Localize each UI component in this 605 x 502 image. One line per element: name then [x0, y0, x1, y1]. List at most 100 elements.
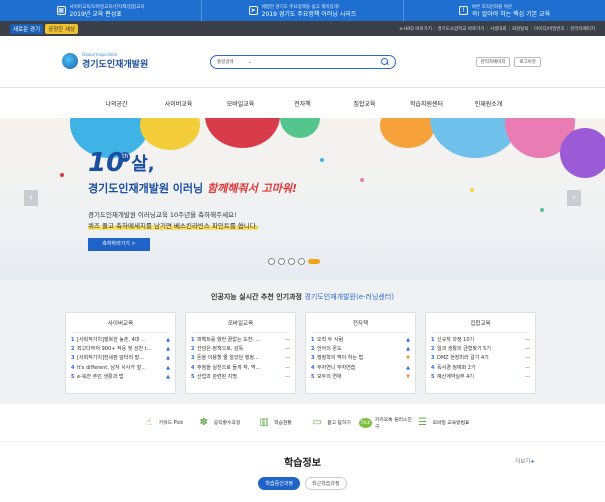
slider-next-button[interactable]: › [567, 190, 581, 206]
nav-mobile-education[interactable]: 모바일교육 [210, 99, 272, 108]
confetti-decoration [320, 158, 324, 162]
promo-policy-series[interactable]: ➤ 체험한 경기도 주요정책을 쉽고 재미있게! 2019 경기도 주요정책 이… [202, 0, 404, 21]
link-fire-school[interactable]: 경기도소방학교 바로가기 [434, 26, 484, 32]
list-item[interactable]: 5 예산계약실무 4기 — [431, 373, 530, 382]
trend-up-icon: ▲ [166, 373, 170, 380]
trend-down-icon: ▼ [406, 373, 410, 380]
course-title: 선넘은 정책으로, 감독 [197, 346, 244, 353]
list-item[interactable]: 5 e-북한 주민 생활과 법 ▲ [71, 373, 170, 382]
link-admin[interactable]: 관리자페이지 [567, 26, 595, 32]
trend-same-icon: — [285, 346, 290, 353]
trend-same-icon: — [525, 346, 530, 353]
slider-dot[interactable] [298, 258, 305, 265]
quick-public-course[interactable]: ✽ 공직황수과정 [191, 416, 247, 430]
search-icon[interactable] [381, 58, 389, 66]
list-item[interactable]: 5 산업과 관련된 지명 — [191, 373, 290, 382]
search-bar[interactable]: 통합검색 ⌄ [210, 55, 396, 69]
nav-my-space[interactable]: 나의공간 [86, 99, 148, 108]
list-item[interactable]: 1 오직 두 사람 ▲ [311, 336, 410, 345]
course-title: 최고다부처 900+ 적응 첫 성찬 t... [77, 346, 152, 353]
quick-mobile-guide[interactable]: ☰ 모바일 교육방법표 [415, 416, 471, 430]
course-title: [사회적가치]행복한 농촌, 4대 ... [77, 337, 146, 343]
balloon-decoration [205, 118, 280, 148]
list-item[interactable]: 4 독서경 정예화 2기 — [431, 364, 530, 373]
admin-button[interactable]: 관리자페이지 [475, 57, 511, 67]
slider-prev-button[interactable]: ‹ [24, 190, 38, 206]
nav-about[interactable]: 인재원소개 [458, 99, 520, 108]
list-item[interactable]: 2 선넘은 정책으로, 감독 — [191, 345, 290, 354]
popular-card: 모바일교육 1 퍼펙트를 향한 끝없는 도전, ... —2 선넘은 정책으로, 감독 —… [185, 312, 296, 394]
tab-current-courses[interactable]: 학습중인과정 [258, 477, 300, 490]
link-withdraw[interactable]: 회원탈퇴 [509, 26, 529, 32]
search-scope-select[interactable]: 통합검색 [217, 59, 234, 65]
slider-dot[interactable] [278, 258, 285, 265]
tab-recent-courses[interactable]: 최근학습과정 [305, 477, 347, 490]
slogan-part2: 공정한 세상 [45, 23, 79, 34]
course-title: 모두의 연애 [317, 373, 342, 380]
list-item[interactable]: 3 DMZ 현장미라 갈기 4기 — [431, 354, 530, 363]
popular-title: 인공지능 실시간 추천 인기과정 [210, 293, 302, 301]
study-tabs: 학습중인과정 최근학습과정 [0, 477, 605, 490]
quick-keyword-pick[interactable]: ☝ 키워드 Pick [135, 416, 191, 430]
list-item[interactable]: 2 최고다부처 900+ 적응 첫 성찬 t... ▲ [71, 345, 170, 354]
quick-learning-status[interactable]: ▥ 학습현황 [247, 416, 303, 430]
course-title: DMZ 현장미라 갈기 4기 [437, 355, 489, 362]
course-title: 오직 두 사람 [317, 337, 344, 343]
balloon-decoration [560, 128, 605, 178]
card-title[interactable]: 집합교육 [431, 319, 530, 333]
card-title[interactable]: 전자책 [311, 319, 410, 333]
course-title: 행정학의 맥이 하는 법 [317, 355, 364, 362]
promo-schedule[interactable]: ▦ 사이버교육/모바일교육/전자책/집합교육 2019년 교육 편성표 [0, 0, 202, 21]
nav-ebook[interactable]: 전자책 [272, 99, 334, 108]
list-item[interactable]: 3 [사회적가치]전세판 달터러 발... ▲ [71, 354, 170, 363]
list-item[interactable]: 1 퍼펙트를 향한 끝없는 도전, ... — [191, 336, 290, 345]
list-item[interactable]: 3 돈을 이용할 줄 알았던 행정... — [191, 354, 290, 363]
quick-kakao-friend[interactable]: TALK 카카오톡 플러스친구 [358, 416, 415, 430]
course-title: 산업과 관련된 지명 [197, 373, 237, 380]
promo-text: 꼭! 알아야 하는 핵심 기본 교육 [471, 10, 551, 18]
list-item[interactable]: 1 신규자 과정 10기 — [431, 336, 530, 345]
slider-dot[interactable] [288, 258, 295, 265]
confetti-decoration [360, 178, 364, 182]
quick-label: 공직황수과정 [213, 421, 241, 426]
promo-subtext: 바른 조직문화를 위한 [471, 4, 513, 10]
hero-banner: 10 th 살, 경기도인재개발원 이러닝 함께해줘서 고마워! 경기도인재개발… [0, 118, 605, 280]
list-item[interactable]: 2 언어의 온도 ▲ [311, 345, 410, 354]
nav-learning-support[interactable]: 학습지원센터 [396, 99, 458, 108]
list-item[interactable]: 4 주정을 실천으로 들게 작, 먹... — [191, 364, 290, 373]
trend-up-icon: ▲ [406, 346, 410, 353]
hand-icon: ☝ [145, 416, 152, 428]
hero-highlight: 퀴즈 풀고 축하메세지를 남기면 베스킨라빈스 파인트를 쏩니다. [88, 220, 258, 230]
list-item[interactable]: 3 행정학의 맥이 하는 법 ▼ [311, 354, 410, 363]
list-item[interactable]: 4 It's different, 남자 사사가 앞... ▲ [71, 364, 170, 373]
trend-same-icon: — [525, 355, 530, 362]
promo-basic-education[interactable]: ! 바른 조직문화를 위한 꼭! 알아야 하는 핵심 기본 교육 [404, 0, 605, 21]
celebrate-button[interactable]: 축하하러가기 > [88, 238, 150, 251]
link-ehrd[interactable]: e-HRD 바로가기 [400, 26, 432, 32]
list-item[interactable]: 5 모두의 연애 ▼ [311, 373, 410, 382]
link-find-id[interactable]: 아이디/비밀번호 [531, 26, 565, 32]
hero-description: 경기도인재개발원 이러닝교육 10주년을 축하해주세요! [88, 211, 237, 219]
list-item[interactable]: 1 [사회적가치]행복한 농촌, 4대 ... ▲ [71, 336, 170, 345]
promo-text: 2019 경기도 주요정책 이러닝 시리즈 [261, 10, 357, 18]
link-contest[interactable]: 사생대회 [486, 26, 507, 32]
more-link[interactable]: 더보기+ [515, 457, 535, 465]
balloon-decoration [140, 118, 200, 150]
trend-same-icon: — [525, 337, 530, 343]
quick-qna[interactable]: ▭ 묻고 답하기 [303, 416, 359, 430]
logout-button[interactable]: 로그아웃 [514, 57, 541, 67]
nav-cyber-education[interactable]: 사이버교육 [148, 99, 210, 108]
nav-group-education[interactable]: 집합교육 [334, 99, 396, 108]
card-title[interactable]: 사이버교육 [71, 319, 170, 333]
trend-same-icon: — [285, 355, 290, 362]
trend-up-icon: ▲ [166, 346, 170, 353]
slider-dot-active[interactable] [308, 259, 320, 264]
trend-same-icon: — [285, 337, 290, 343]
site-logo[interactable]: Global Inspiration 경기도인재개발원 [62, 52, 148, 70]
course-title: 독서경 정예화 2기 [437, 364, 476, 371]
slider-dot[interactable] [268, 258, 275, 265]
list-item[interactable]: 4 부자연니 부자연습 ▲ [311, 364, 410, 373]
list-item[interactable]: 2 일과 생활의 균형찾기 5기 — [431, 345, 530, 354]
chevron-down-icon: ⌄ [247, 59, 252, 65]
card-title[interactable]: 모바일교육 [191, 319, 290, 333]
